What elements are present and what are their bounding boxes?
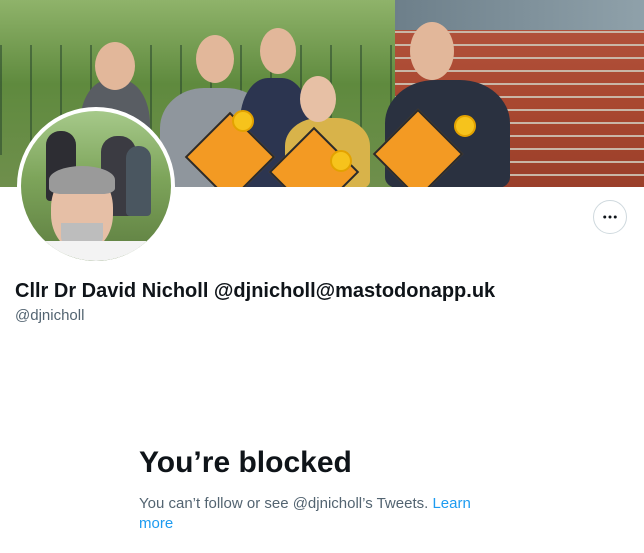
more-horizontal-icon [603,215,617,219]
person-3-head [260,28,296,74]
person-2-head [196,35,234,83]
blocked-message: You can’t follow or see @djnicholl’s Twe… [139,494,509,534]
blocked-message-text: You can’t follow or see @djnicholl’s Twe… [139,495,433,512]
profile-display-name: Cllr Dr David Nicholl @djnicholl@mastodo… [15,280,496,302]
person-1-head [95,42,135,90]
avatar-shirt [36,241,146,261]
profile-handle: @djnicholl [15,307,85,324]
rosette-right [454,115,476,137]
person-5-head [410,22,454,80]
blocked-title: You’re blocked [139,446,352,479]
avatar-bg-person [126,146,151,216]
avatar-hair [49,166,115,194]
profile-avatar[interactable] [17,107,175,265]
rosette-center [330,150,352,172]
rosette-left [232,110,254,132]
person-4-head [300,76,336,122]
more-options-button[interactable] [593,200,627,234]
